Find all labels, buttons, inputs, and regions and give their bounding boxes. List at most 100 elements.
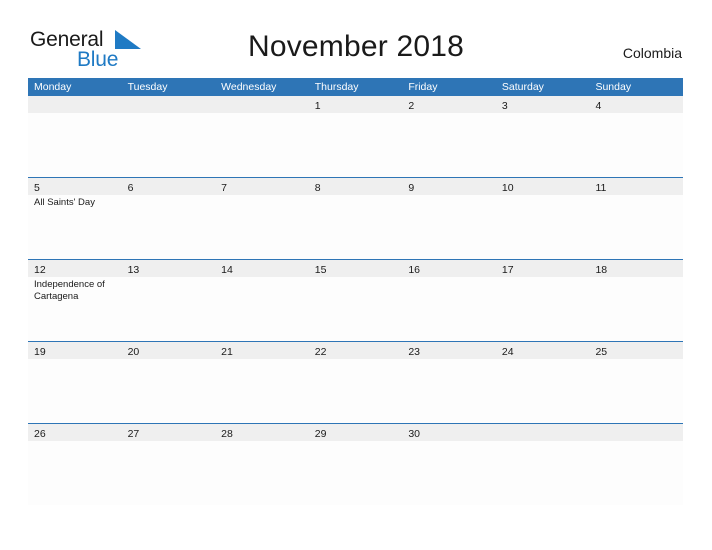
day-number-band (121, 96, 216, 113)
calendar-day-cell[interactable]: 16 (402, 260, 496, 341)
day-number-band: 18 (589, 260, 684, 277)
calendar-week-row: 26 27 28 29 30 (28, 423, 684, 505)
day-number-band (28, 96, 122, 113)
calendar-day-cell[interactable]: 8 (308, 178, 403, 259)
day-number-band: 15 (308, 260, 403, 277)
calendar-day-cell[interactable]: 3 (495, 96, 590, 177)
calendar-day-cell[interactable]: 2 (402, 96, 496, 177)
day-events: Independence of Cartagena (28, 277, 122, 302)
day-number: 23 (408, 346, 420, 358)
day-number-band: 3 (495, 96, 590, 113)
day-number-band: 24 (495, 342, 590, 359)
day-number: 8 (314, 182, 321, 194)
calendar-day-cell[interactable]: 20 (121, 342, 216, 423)
day-number-band: 11 (589, 178, 684, 195)
calendar-day-cell[interactable]: 7 (215, 178, 309, 259)
calendar-day-cell-empty (589, 424, 684, 505)
page-title: November 2018 (247, 30, 465, 63)
day-number: 15 (314, 264, 327, 276)
weekday-header-monday: Monday (34, 81, 72, 93)
calendar-day-cell[interactable]: 9 (402, 178, 496, 259)
holiday-event: All Saints' Day (34, 197, 95, 208)
calendar-day-cell[interactable]: 6 (121, 178, 216, 259)
day-number-band: 28 (215, 424, 309, 441)
calendar-day-cell[interactable]: 17 (495, 260, 590, 341)
day-number-band: 29 (308, 424, 403, 441)
calendar-page: General Blue November 2018 Colombia Mond… (0, 0, 712, 550)
day-number-band: 14 (215, 260, 309, 277)
calendar-grid: Monday Tuesday Wednesday Thursday Friday… (28, 78, 684, 505)
day-number-band: 27 (121, 424, 216, 441)
day-number-band: 19 (28, 342, 122, 359)
day-number: 13 (127, 264, 140, 276)
calendar-day-cell[interactable]: 27 (121, 424, 216, 505)
day-number: 6 (127, 182, 134, 194)
calendar-day-cell[interactable]: 1 (308, 96, 403, 177)
calendar-day-cell[interactable]: 11 (589, 178, 684, 259)
calendar-weeks: 1 2 3 4 5 All Saints' Day 6 7 8 9 10 11 12 Independen… (28, 96, 684, 505)
calendar-week-row: 1 2 3 4 (28, 96, 684, 177)
day-number (28, 100, 34, 112)
weekday-header-row: Monday Tuesday Wednesday Thursday Friday… (28, 78, 683, 96)
calendar-day-cell[interactable]: 10 (495, 178, 590, 259)
day-number-band: 7 (215, 178, 309, 195)
weekday-header-saturday: Saturday (501, 81, 544, 93)
holiday-event: Independence of Cartagena (34, 279, 105, 302)
calendar-week-row: 5 All Saints' Day 6 7 8 9 10 11 (28, 177, 684, 259)
day-number-band (215, 96, 309, 113)
day-number-band: 13 (121, 260, 216, 277)
country-label: Colombia (622, 45, 682, 61)
calendar-day-cell[interactable]: 26 (28, 424, 122, 505)
calendar-day-cell[interactable]: 25 (589, 342, 684, 423)
day-number-band: 26 (28, 424, 122, 441)
calendar-day-cell[interactable]: 5 All Saints' Day (28, 178, 122, 259)
day-number: 21 (221, 346, 233, 358)
calendar-week-days: 12 Independence of Cartagena 13 14 15 16 17 18 (28, 260, 684, 341)
day-number: 27 (127, 428, 140, 440)
calendar-day-cell[interactable]: 29 (308, 424, 403, 505)
calendar-day-cell-empty (495, 424, 590, 505)
calendar-day-cell-empty (121, 96, 216, 177)
day-number-band: 20 (121, 342, 216, 359)
weekday-header-friday: Friday (408, 81, 438, 93)
day-number: 19 (34, 346, 46, 358)
day-number: 7 (221, 182, 227, 194)
calendar-day-cell[interactable]: 21 (215, 342, 309, 423)
weekday-header-tuesday: Tuesday (127, 81, 168, 93)
calendar-day-cell[interactable]: 22 (308, 342, 403, 423)
day-number: 9 (408, 182, 415, 194)
day-number: 1 (314, 100, 321, 112)
day-number: 29 (314, 428, 327, 440)
day-number-band: 2 (402, 96, 496, 113)
weekday-header-sunday: Sunday (595, 81, 632, 93)
day-number: 11 (595, 182, 607, 194)
day-number: 30 (408, 428, 420, 440)
calendar-day-cell[interactable]: 13 (121, 260, 216, 341)
calendar-day-cell[interactable]: 30 (402, 424, 496, 505)
calendar-day-cell[interactable]: 12 Independence of Cartagena (28, 260, 122, 341)
calendar-day-cell[interactable]: 24 (495, 342, 590, 423)
calendar-week-days: 1 2 3 4 (28, 96, 684, 177)
day-number: 5 (34, 182, 40, 194)
calendar-day-cell[interactable]: 28 (215, 424, 309, 505)
calendar-day-cell[interactable]: 18 (589, 260, 684, 341)
day-events: All Saints' Day (28, 195, 122, 209)
calendar-week-days: 5 All Saints' Day 6 7 8 9 10 11 (28, 178, 684, 259)
day-number (122, 100, 128, 112)
day-number-band (589, 424, 684, 441)
weekday-header-wednesday: Wednesday (221, 81, 277, 93)
calendar-day-cell[interactable]: 19 (28, 342, 122, 423)
calendar-day-cell[interactable]: 23 (402, 342, 496, 423)
day-number: 12 (34, 264, 46, 276)
calendar-day-cell[interactable]: 14 (215, 260, 309, 341)
day-number: 25 (595, 346, 608, 358)
calendar-day-cell[interactable]: 4 (589, 96, 684, 177)
day-number: 4 (595, 100, 602, 112)
day-number: 28 (221, 428, 233, 440)
calendar-day-cell-empty (215, 96, 309, 177)
day-number-band: 25 (589, 342, 684, 359)
day-number (589, 428, 595, 440)
calendar-day-cell[interactable]: 15 (308, 260, 403, 341)
day-number-band: 23 (402, 342, 496, 359)
day-number: 24 (501, 346, 514, 358)
